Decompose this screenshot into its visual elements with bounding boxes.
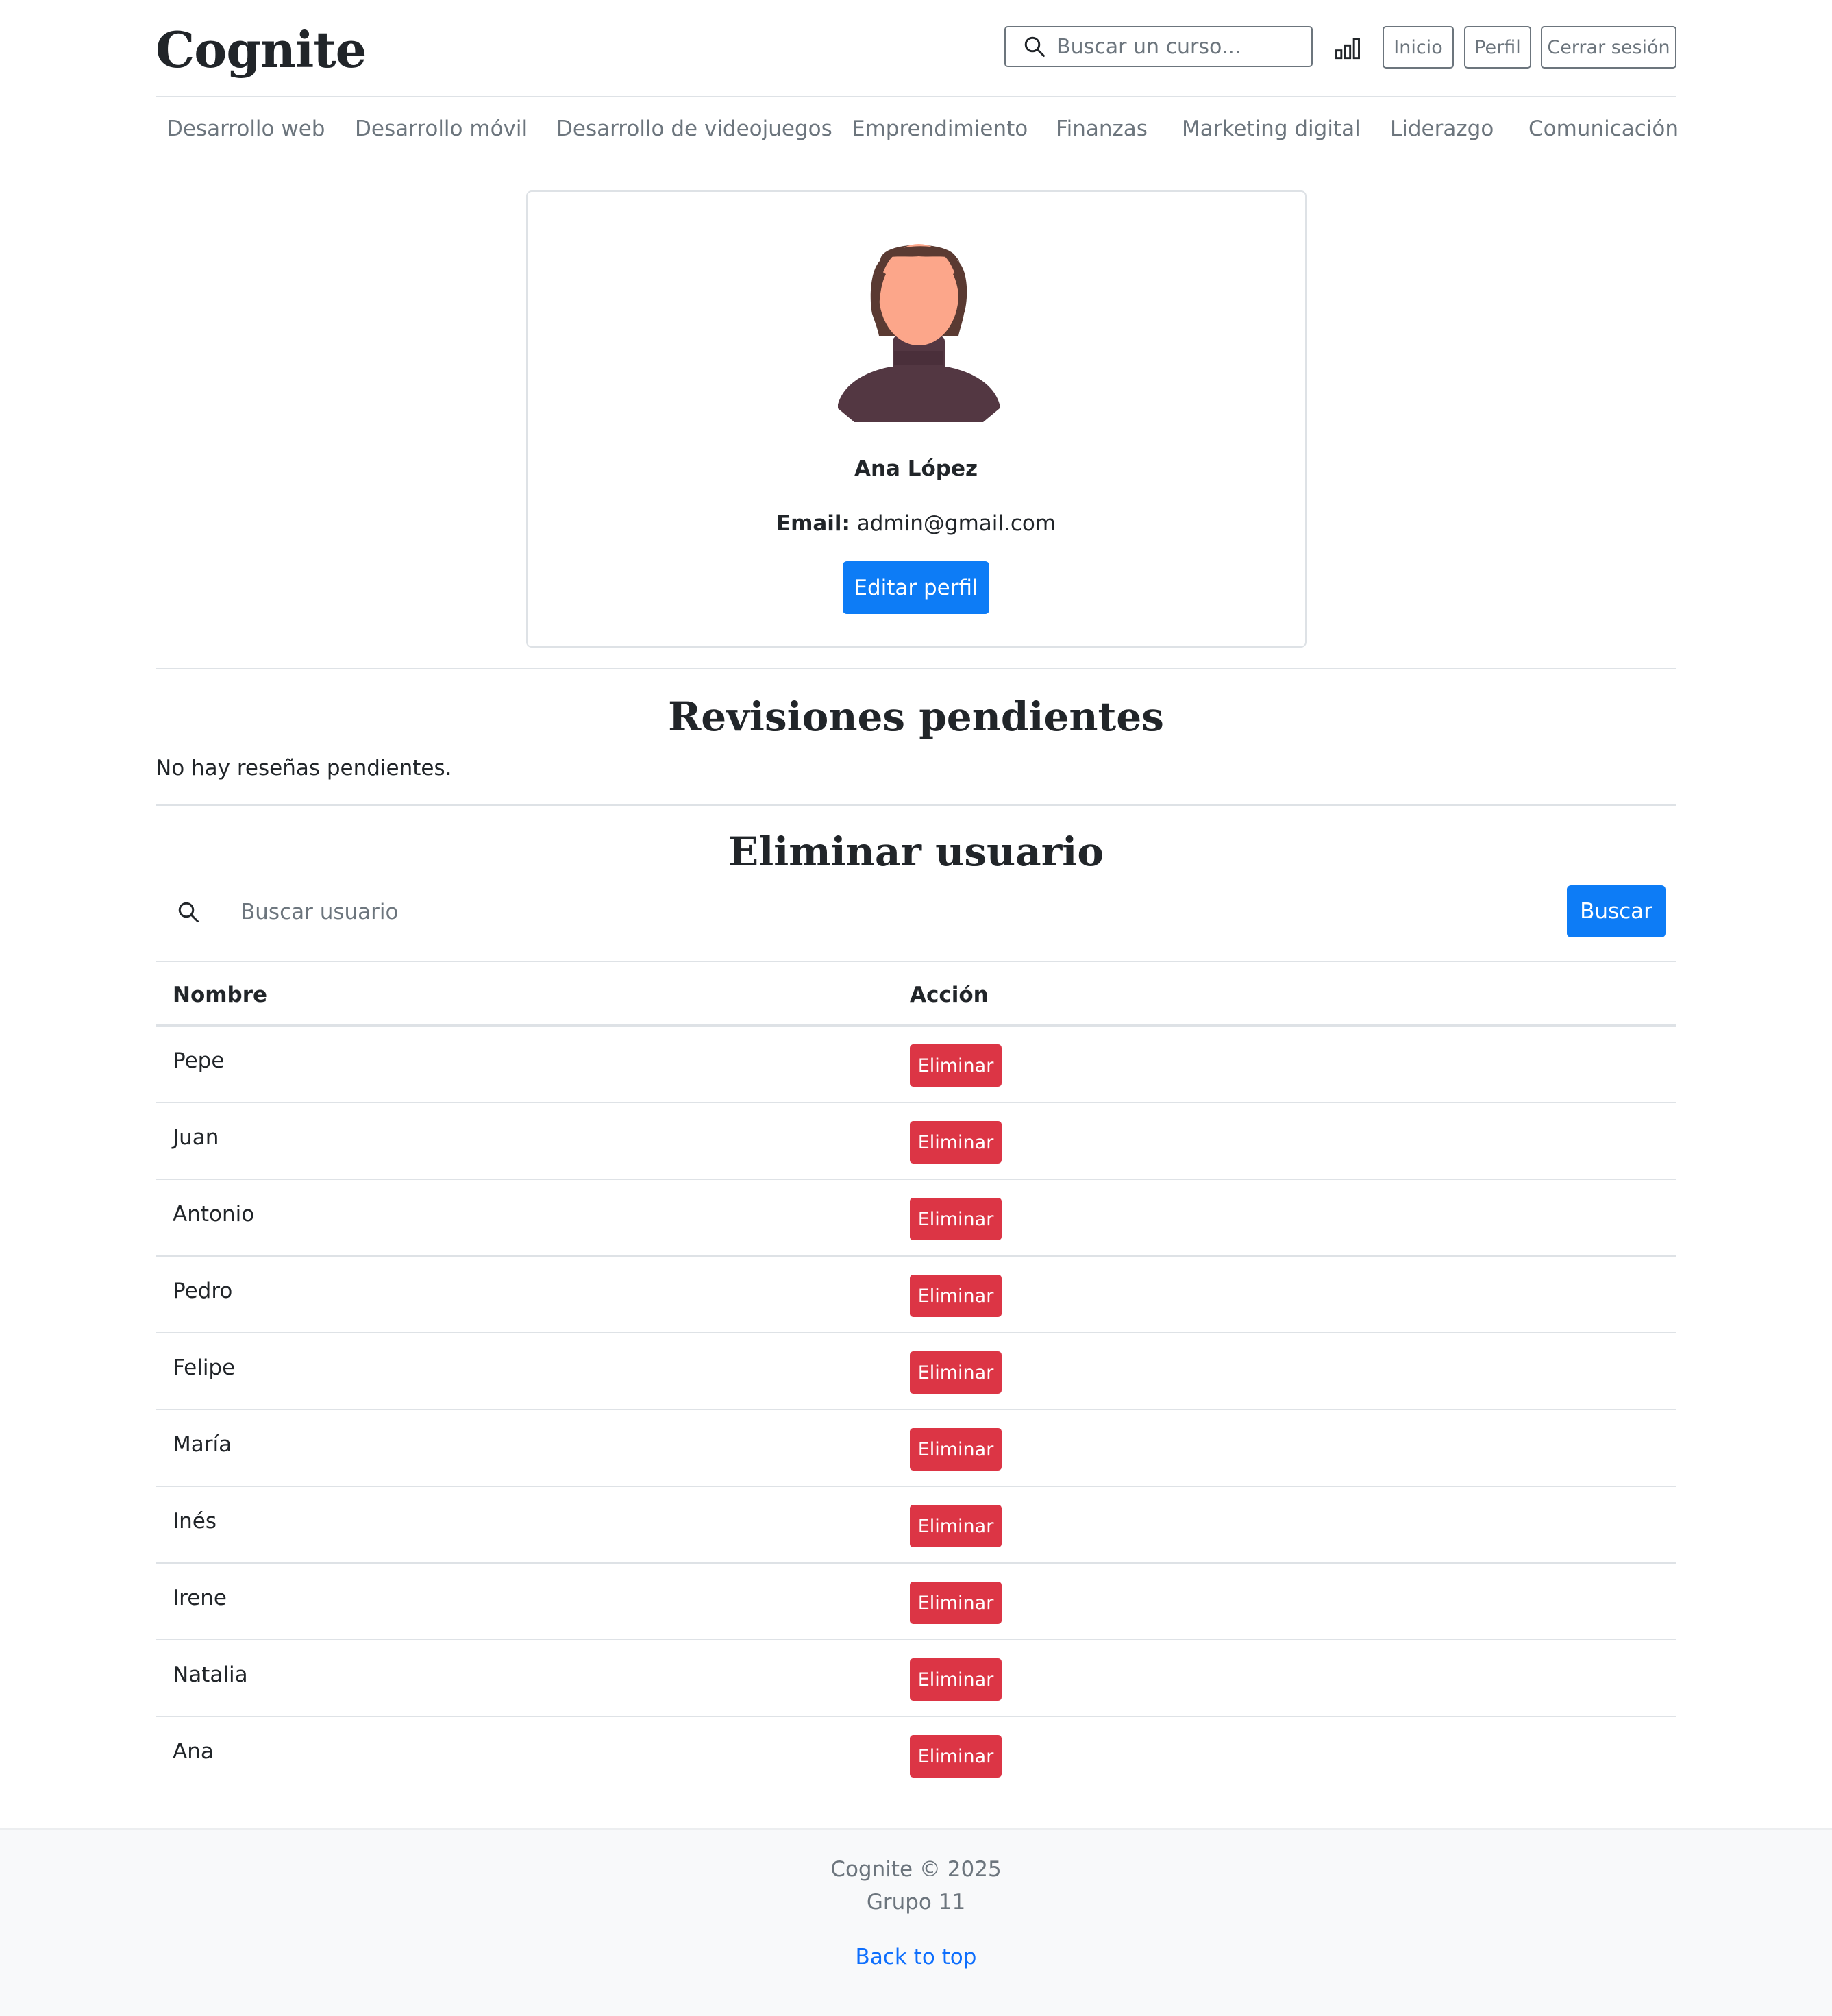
user-name-cell: Pepe xyxy=(173,1048,225,1073)
column-header-name: Nombre xyxy=(173,983,268,1007)
avatar xyxy=(838,244,1000,422)
user-name-cell: Irene xyxy=(173,1586,227,1610)
delete-user-button[interactable]: Eliminar xyxy=(910,1582,1002,1624)
delete-user-button[interactable]: Eliminar xyxy=(910,1198,1002,1240)
delete-user-button[interactable]: Eliminar xyxy=(910,1505,1002,1547)
delete-user-button[interactable]: Eliminar xyxy=(910,1735,1002,1778)
edit-profile-button[interactable]: Editar perfil xyxy=(843,561,989,614)
course-search-input[interactable] xyxy=(1056,34,1303,59)
user-name-cell: Inés xyxy=(173,1509,217,1534)
search-user-button[interactable]: Buscar xyxy=(1567,885,1666,937)
user-name-cell: Juan xyxy=(173,1125,219,1150)
site-header: Cognite Inicio Perfil Cerrar sesión xyxy=(156,0,1676,97)
user-name-cell: María xyxy=(173,1432,232,1457)
user-name-cell: Natalia xyxy=(173,1662,248,1687)
user-name: Ana López xyxy=(854,456,978,481)
course-search-box[interactable] xyxy=(1004,26,1313,67)
back-to-top-link[interactable]: Back to top xyxy=(0,1942,1832,1972)
category-link[interactable]: Desarrollo web xyxy=(166,115,325,143)
footer-copyright: Cognite © 2025 xyxy=(830,1857,1002,1882)
table-row: Juan Eliminar xyxy=(156,1103,1676,1180)
search-icon xyxy=(178,902,199,922)
table-row: Irene Eliminar xyxy=(156,1564,1676,1640)
table-row: María Eliminar xyxy=(156,1410,1676,1487)
delete-user-button[interactable]: Eliminar xyxy=(910,1351,1002,1394)
profile-button[interactable]: Perfil xyxy=(1464,26,1531,69)
delete-user-title: Eliminar usuario xyxy=(728,828,1104,875)
category-link[interactable]: Finanzas xyxy=(1056,115,1148,143)
table-row: Pepe Eliminar xyxy=(156,1027,1676,1103)
category-link[interactable]: Marketing digital xyxy=(1182,115,1361,143)
page-container: Cognite Inicio Perfil Cerrar sesión Desa… xyxy=(156,0,1679,1778)
site-logo[interactable]: Cognite xyxy=(156,19,367,81)
user-name-cell: Ana xyxy=(173,1739,214,1764)
divider xyxy=(156,668,1676,669)
table-row: Antonio Eliminar xyxy=(156,1180,1676,1257)
logout-button[interactable]: Cerrar sesión xyxy=(1541,26,1676,69)
stats-icon[interactable] xyxy=(1333,33,1363,63)
user-email: Email: admin@gmail.com xyxy=(156,510,1676,537)
delete-user-button[interactable]: Eliminar xyxy=(910,1275,1002,1317)
delete-user-button[interactable]: Eliminar xyxy=(910,1044,1002,1087)
reviews-title: Revisiones pendientes xyxy=(668,693,1164,740)
search-icon xyxy=(1024,36,1045,57)
delete-user-button[interactable]: Eliminar xyxy=(910,1658,1002,1701)
home-button[interactable]: Inicio xyxy=(1383,26,1454,69)
category-link[interactable]: Liderazgo xyxy=(1390,115,1494,143)
footer-group: Grupo 11 xyxy=(866,1890,966,1915)
email-value: admin@gmail.com xyxy=(856,511,1056,536)
user-search-input[interactable] xyxy=(240,895,1542,929)
user-name-cell: Felipe xyxy=(173,1355,236,1380)
email-label: Email: xyxy=(776,511,850,536)
users-table: Nombre Acción Pepe Eliminar Juan Elimina… xyxy=(156,961,1676,1794)
table-row: Ana Eliminar xyxy=(156,1717,1676,1794)
table-row: Inés Eliminar xyxy=(156,1487,1676,1564)
delete-user-button[interactable]: Eliminar xyxy=(910,1121,1002,1164)
divider xyxy=(156,804,1676,806)
site-footer: Cognite © 2025 Grupo 11 Back to top xyxy=(0,1828,1832,2016)
delete-user-button[interactable]: Eliminar xyxy=(910,1428,1002,1471)
column-header-action: Acción xyxy=(910,983,989,1007)
table-row: Pedro Eliminar xyxy=(156,1257,1676,1333)
reviews-empty-message: No hay reseñas pendientes. xyxy=(156,756,452,780)
table-row: Felipe Eliminar xyxy=(156,1333,1676,1410)
table-header: Nombre Acción xyxy=(156,961,1676,1027)
category-link[interactable]: Emprendimiento xyxy=(852,115,1028,143)
category-link[interactable]: Comunicación xyxy=(1528,115,1679,143)
table-row: Natalia Eliminar xyxy=(156,1640,1676,1717)
user-name-cell: Antonio xyxy=(173,1202,255,1227)
category-link[interactable]: Desarrollo de videojuegos xyxy=(556,115,832,143)
category-link[interactable]: Desarrollo móvil xyxy=(355,115,528,143)
user-name-cell: Pedro xyxy=(173,1279,233,1303)
